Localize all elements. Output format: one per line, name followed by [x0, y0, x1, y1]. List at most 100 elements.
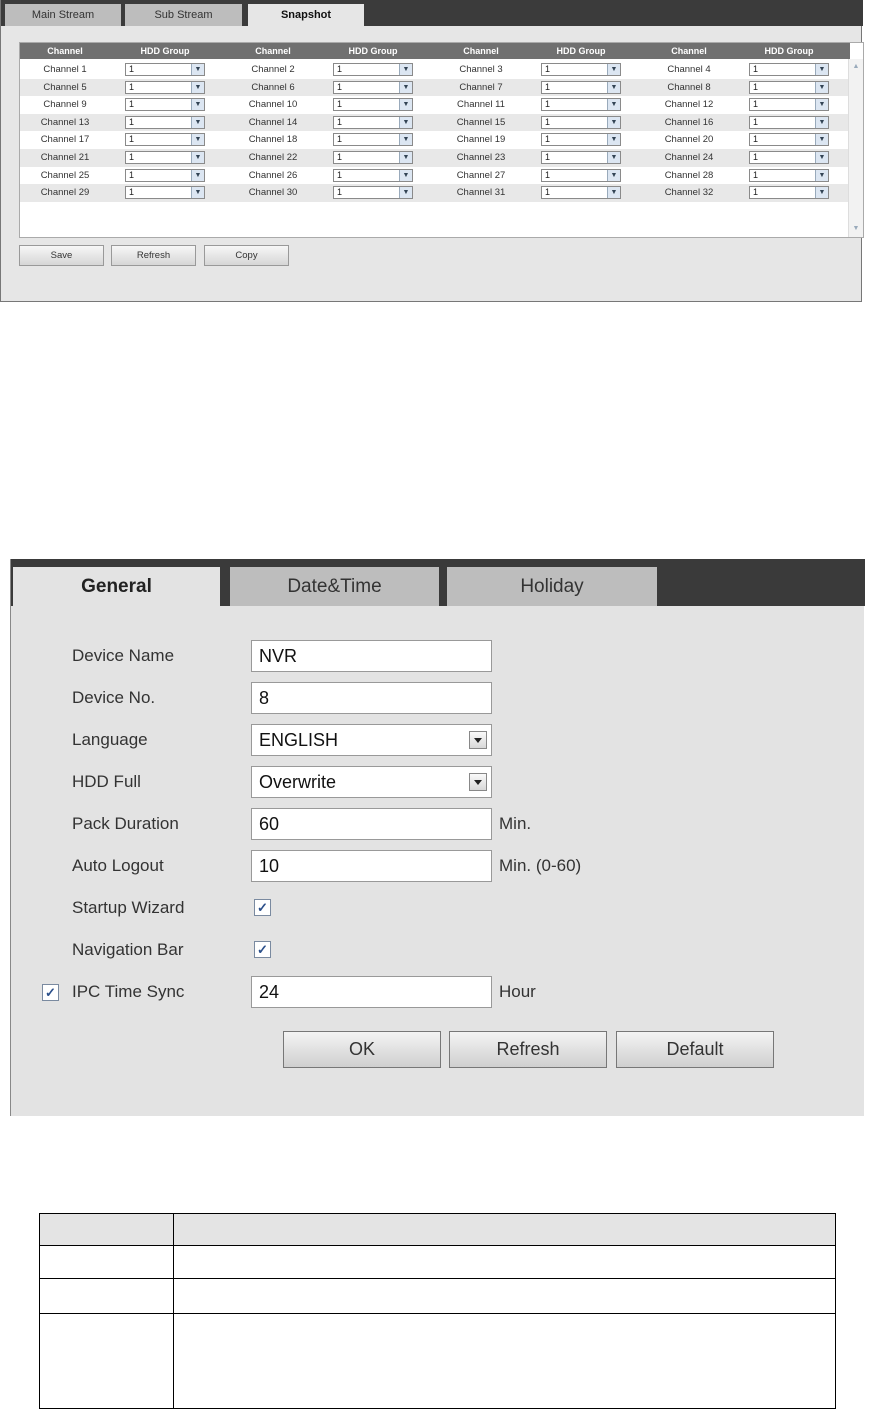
hdd-group-select[interactable]: 1 ▼ [541, 80, 621, 94]
chevron-down-icon[interactable]: ▼ [607, 81, 620, 93]
startup-wizard-checkbox[interactable]: ✓ [254, 899, 271, 916]
channel-label: Channel 5 [43, 81, 87, 93]
chevron-down-icon[interactable]: ▼ [191, 152, 204, 163]
device-name-input[interactable]: NVR [251, 640, 492, 672]
chevron-down-icon[interactable]: ▼ [191, 64, 204, 75]
hdd-group-select[interactable]: 1 ▼ [333, 151, 413, 164]
hdd-group-select[interactable]: 1 ▼ [125, 98, 205, 112]
channel-label: Channel 17 [40, 134, 90, 146]
chevron-down-icon[interactable]: ▼ [815, 99, 828, 111]
hdd-group-value: 1 [129, 116, 135, 127]
tab-main-stream[interactable]: Main Stream [5, 4, 121, 26]
hdd-group-select[interactable]: 1 ▼ [125, 63, 205, 76]
chevron-down-icon[interactable]: ▼ [399, 134, 412, 146]
chevron-down-icon[interactable]: ▼ [815, 64, 828, 75]
hdd-group-select[interactable]: 1 ▼ [333, 98, 413, 112]
hdd-group-value: 1 [545, 99, 551, 110]
chevron-down-icon[interactable]: ▼ [399, 116, 412, 128]
chevron-down-icon[interactable] [469, 773, 487, 791]
chevron-down-icon[interactable]: ▼ [191, 134, 204, 146]
hdd-group-select[interactable]: 1 ▼ [749, 98, 829, 112]
language-select[interactable]: ENGLISH [251, 724, 492, 756]
chevron-down-icon[interactable]: ▼ [191, 169, 204, 181]
device-no-input[interactable]: 8 [251, 682, 492, 714]
chevron-down-icon[interactable]: ▼ [607, 134, 620, 146]
hdd-group-select[interactable]: 1 ▼ [333, 168, 413, 182]
hdd-group-select[interactable]: 1 ▼ [125, 151, 205, 164]
scroll-up-icon[interactable]: ▲ [851, 62, 861, 72]
chevron-down-icon[interactable]: ▼ [399, 64, 412, 75]
hdd-group-value: 1 [337, 64, 343, 74]
tab-date-time[interactable]: Date&Time [230, 567, 439, 606]
refresh-button[interactable]: Refresh [449, 1031, 607, 1068]
chevron-down-icon[interactable]: ▼ [399, 81, 412, 93]
hdd-group-select[interactable]: 1 ▼ [541, 115, 621, 129]
ok-button[interactable]: OK [283, 1031, 441, 1068]
chevron-down-icon[interactable]: ▼ [607, 116, 620, 128]
chevron-down-icon[interactable]: ▼ [607, 187, 620, 199]
chevron-down-icon[interactable]: ▼ [815, 152, 828, 163]
tab-holiday[interactable]: Holiday [447, 567, 657, 606]
chevron-down-icon[interactable]: ▼ [191, 99, 204, 111]
hdd-group-select[interactable]: 1 ▼ [749, 80, 829, 94]
tab-general[interactable]: General [13, 567, 220, 606]
grid-scrollbar[interactable]: ▲ ▼ [848, 59, 863, 237]
channel-label: Channel 29 [40, 187, 90, 199]
chevron-down-icon[interactable]: ▼ [191, 187, 204, 199]
chevron-down-icon[interactable]: ▼ [191, 116, 204, 128]
scroll-down-icon[interactable]: ▼ [851, 224, 861, 234]
hdd-group-select[interactable]: 1 ▼ [333, 63, 413, 76]
hdd-group-select[interactable]: 1 ▼ [125, 80, 205, 94]
refresh-button[interactable]: Refresh [111, 245, 196, 266]
ipc-time-sync-input[interactable]: 24 [251, 976, 492, 1008]
hdd-group-select[interactable]: 1 ▼ [541, 151, 621, 164]
hdd-group-select[interactable]: 1 ▼ [333, 133, 413, 147]
hdd-group-select[interactable]: 1 ▼ [541, 133, 621, 147]
default-button[interactable]: Default [616, 1031, 774, 1068]
chevron-down-icon[interactable]: ▼ [399, 152, 412, 163]
chevron-down-icon[interactable]: ▼ [815, 134, 828, 146]
hdd-group-select[interactable]: 1 ▼ [541, 168, 621, 182]
hdd-group-select[interactable]: 1 ▼ [749, 186, 829, 200]
hdd-group-select[interactable]: 1 ▼ [749, 168, 829, 182]
chevron-down-icon[interactable] [469, 731, 487, 749]
chevron-down-icon[interactable]: ▼ [607, 152, 620, 163]
navigation-bar-checkbox[interactable]: ✓ [254, 941, 271, 958]
hdd-group-select[interactable]: 1 ▼ [749, 151, 829, 164]
chevron-down-icon[interactable]: ▼ [399, 99, 412, 111]
hdd-group-select[interactable]: 1 ▼ [749, 63, 829, 76]
hdd-group-select[interactable]: 1 ▼ [749, 115, 829, 129]
copy-button[interactable]: Copy [204, 245, 289, 266]
chevron-down-icon[interactable]: ▼ [607, 99, 620, 111]
chevron-down-icon[interactable]: ▼ [815, 187, 828, 199]
chevron-down-icon[interactable]: ▼ [815, 81, 828, 93]
hdd-group-select[interactable]: 1 ▼ [749, 133, 829, 147]
chevron-down-icon[interactable]: ▼ [399, 187, 412, 199]
parameter-table [39, 1213, 836, 1409]
channel-label: Channel 30 [248, 187, 298, 199]
ipc-time-sync-checkbox[interactable]: ✓ [42, 984, 59, 1001]
pack-duration-input[interactable]: 60 [251, 808, 492, 840]
hdd-full-select[interactable]: Overwrite [251, 766, 492, 798]
hdd-group-select[interactable]: 1 ▼ [125, 186, 205, 200]
hdd-group-select[interactable]: 1 ▼ [125, 115, 205, 129]
language-label: Language [72, 730, 148, 749]
hdd-group-select[interactable]: 1 ▼ [125, 133, 205, 147]
chevron-down-icon[interactable]: ▼ [815, 169, 828, 181]
chevron-down-icon[interactable]: ▼ [399, 169, 412, 181]
hdd-group-select[interactable]: 1 ▼ [125, 168, 205, 182]
auto-logout-input[interactable]: 10 [251, 850, 492, 882]
save-button[interactable]: Save [19, 245, 104, 266]
hdd-group-select[interactable]: 1 ▼ [333, 80, 413, 94]
chevron-down-icon[interactable]: ▼ [607, 64, 620, 75]
hdd-group-select[interactable]: 1 ▼ [541, 63, 621, 76]
chevron-down-icon[interactable]: ▼ [191, 81, 204, 93]
hdd-group-select[interactable]: 1 ▼ [541, 98, 621, 112]
hdd-group-select[interactable]: 1 ▼ [333, 115, 413, 129]
hdd-group-select[interactable]: 1 ▼ [333, 186, 413, 200]
hdd-group-select[interactable]: 1 ▼ [541, 186, 621, 200]
tab-sub-stream[interactable]: Sub Stream [125, 4, 242, 26]
tab-snapshot[interactable]: Snapshot [248, 4, 364, 26]
chevron-down-icon[interactable]: ▼ [607, 169, 620, 181]
chevron-down-icon[interactable]: ▼ [815, 116, 828, 128]
